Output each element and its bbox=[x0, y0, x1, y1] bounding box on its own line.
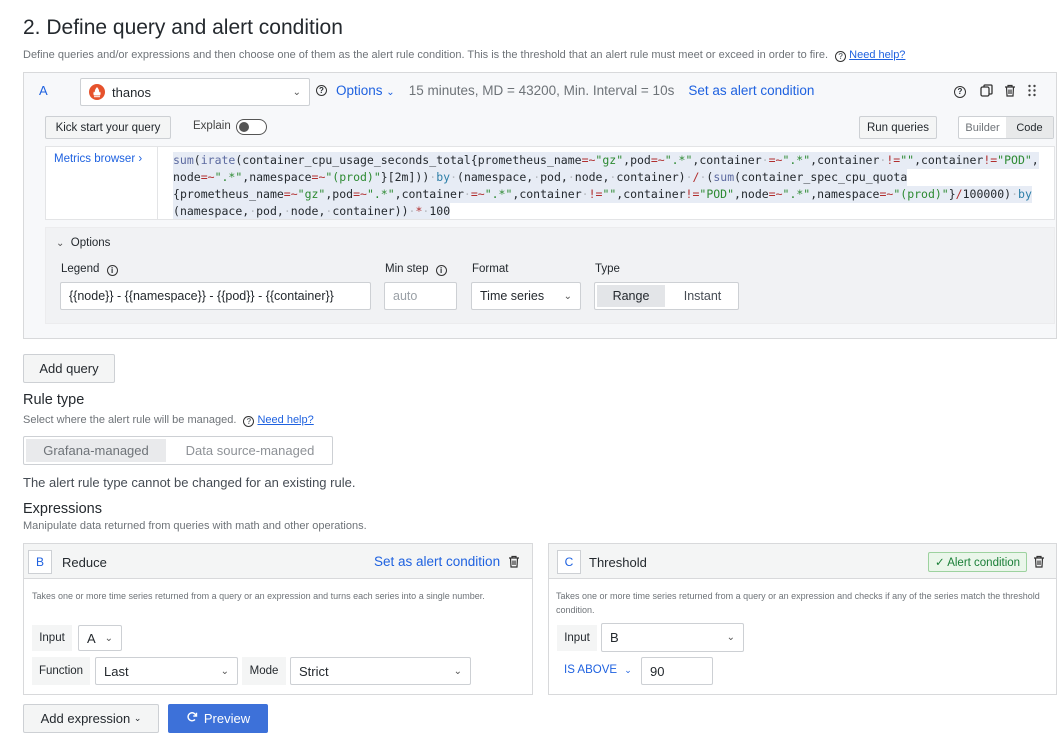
min-step-label: Min step i bbox=[385, 263, 450, 276]
reduce-mode-label: Mode bbox=[242, 657, 286, 685]
reduce-name: Reduce bbox=[62, 555, 107, 570]
legend-input[interactable]: {{node}} - {{namespace}} - {{pod}} - {{c… bbox=[60, 282, 371, 310]
metrics-browser-button[interactable]: Metrics browser › bbox=[54, 153, 157, 165]
query-expression-line-4: (namespace,·pod,·node,·container))·*·100 bbox=[173, 203, 451, 219]
options-summary: 15 minutes, MD = 43200, Min. Interval = … bbox=[408, 83, 675, 98]
reduce-set-alert-condition[interactable]: Set as alert condition bbox=[374, 554, 500, 569]
query-editor[interactable]: sum(irate(container_cpu_usage_seconds_to… bbox=[157, 146, 1055, 220]
help-icon: ? bbox=[835, 51, 847, 62]
format-label: Format bbox=[472, 263, 509, 275]
reduce-input-select[interactable]: A ⌄ bbox=[78, 625, 122, 651]
rule-type-description: Select where the alert rule will be mana… bbox=[23, 414, 314, 427]
threshold-input-label: Input bbox=[557, 625, 597, 651]
rule-type-help-link[interactable]: Need help? bbox=[257, 414, 313, 426]
reduce-ref-id[interactable]: B bbox=[28, 550, 52, 574]
metrics-browser-box: Metrics browser › bbox=[45, 146, 157, 220]
datasource-name: thanos bbox=[112, 84, 152, 100]
format-select[interactable]: Time series ⌄ bbox=[471, 282, 581, 310]
query-options-row: ? Options ⌄ 15 minutes, MD = 43200, Min.… bbox=[316, 83, 814, 98]
reduce-mode-value: Strict bbox=[299, 663, 329, 679]
reduce-function-select[interactable]: Last ⌄ bbox=[95, 657, 238, 685]
threshold-input-select[interactable]: B ⌄ bbox=[601, 623, 744, 652]
set-alert-condition-button[interactable]: Set as alert condition bbox=[688, 83, 814, 98]
explain-toggle[interactable] bbox=[236, 119, 267, 135]
query-expression-line-1: sum(irate(container_cpu_usage_seconds_to… bbox=[173, 152, 1039, 169]
chevron-down-icon: ⌄ bbox=[104, 632, 113, 644]
reduce-function-label: Function bbox=[32, 657, 90, 685]
help-icon: ? bbox=[316, 85, 327, 96]
query-options-panel: ⌄ Options Legend i {{node}} - {{namespac… bbox=[45, 227, 1055, 324]
expressions-title: Expressions bbox=[23, 501, 102, 517]
min-step-input[interactable]: auto bbox=[384, 282, 457, 310]
chevron-down-icon: ⌄ bbox=[133, 713, 142, 723]
expression-card-threshold: C Threshold ✓ Alert condition Takes one … bbox=[548, 543, 1057, 695]
editor-mode-toggle: Builder Code bbox=[958, 116, 1054, 139]
code-mode-button[interactable]: Code bbox=[1006, 117, 1053, 138]
options-header[interactable]: ⌄ Options bbox=[56, 237, 110, 249]
chevron-down-icon: ⌄ bbox=[624, 665, 632, 675]
reduce-input-label: Input bbox=[32, 625, 72, 651]
rule-type-title: Rule type bbox=[23, 392, 85, 408]
info-icon: i bbox=[106, 265, 118, 276]
kick-start-button[interactable]: Kick start your query bbox=[45, 116, 171, 139]
add-expression-button[interactable]: Add expression ⌄ bbox=[23, 704, 159, 733]
rule-type-note: The alert rule type cannot be changed fo… bbox=[23, 475, 356, 490]
trash-icon[interactable] bbox=[1004, 84, 1016, 100]
drag-handle-icon[interactable] bbox=[1027, 84, 1037, 100]
info-icon: i bbox=[435, 265, 447, 276]
type-label: Type bbox=[595, 263, 620, 275]
chevron-down-icon: ⌄ bbox=[220, 665, 229, 677]
trash-icon[interactable] bbox=[1033, 555, 1045, 571]
prometheus-logo-icon bbox=[89, 84, 105, 100]
preview-button[interactable]: Preview bbox=[168, 704, 268, 733]
type-instant-button[interactable]: Instant bbox=[667, 283, 738, 309]
reduce-mode-select[interactable]: Strict ⌄ bbox=[290, 657, 471, 685]
help-icon: ? bbox=[243, 416, 255, 427]
query-actions: ? bbox=[954, 84, 1037, 100]
duplicate-icon[interactable] bbox=[980, 84, 993, 100]
trash-icon[interactable] bbox=[508, 555, 520, 571]
alert-condition-badge: ✓ Alert condition bbox=[928, 552, 1028, 572]
expression-card-reduce: B Reduce Set as alert condition Takes on… bbox=[23, 543, 533, 695]
query-ref-id[interactable]: A bbox=[39, 83, 48, 98]
chevron-down-icon: ⌄ bbox=[726, 632, 735, 643]
legend-label: Legend i bbox=[61, 263, 121, 276]
run-queries-button[interactable]: Run queries bbox=[859, 116, 937, 139]
query-panel-a: A thanos ⌄ ? Options ⌄ 15 minutes, MD = … bbox=[23, 72, 1057, 339]
refresh-icon bbox=[186, 711, 198, 726]
format-value: Time series bbox=[480, 289, 545, 303]
help-icon[interactable]: ? bbox=[954, 86, 966, 98]
grafana-managed-option[interactable]: Grafana-managed bbox=[26, 439, 166, 462]
options-toggle[interactable]: Options ⌄ bbox=[336, 83, 395, 98]
section-description: Define queries and/or expressions and th… bbox=[23, 49, 905, 62]
section-title: 2. Define query and alert condition bbox=[23, 16, 343, 39]
query-expression-line-3: {prometheus_name=~"gz",pod=~".*",contain… bbox=[173, 186, 1032, 203]
type-range-button[interactable]: Range bbox=[597, 285, 665, 307]
threshold-name: Threshold bbox=[589, 555, 647, 570]
builder-mode-button[interactable]: Builder bbox=[959, 117, 1006, 138]
type-toggle: Range Instant bbox=[594, 282, 739, 310]
expressions-description: Manipulate data returned from queries wi… bbox=[23, 520, 367, 532]
reduce-description: Takes one or more time series returned f… bbox=[32, 591, 485, 601]
threshold-value-input[interactable]: 90 bbox=[641, 657, 713, 685]
chevron-down-icon: ⌄ bbox=[453, 665, 462, 677]
threshold-operator-select[interactable]: IS ABOVE ⌄ bbox=[564, 664, 632, 676]
add-query-button[interactable]: Add query bbox=[23, 354, 115, 383]
chevron-down-icon: ⌄ bbox=[563, 290, 572, 302]
reduce-input-value: A bbox=[87, 630, 96, 646]
query-expression-line-2: node=~".*",namespace=~"(prod)"}[2m]))·by… bbox=[173, 169, 908, 186]
reduce-function-value: Last bbox=[104, 663, 129, 679]
explain-label: Explain bbox=[193, 120, 231, 132]
rule-type-toggle: Grafana-managed Data source-managed bbox=[23, 436, 333, 465]
threshold-description: Takes one or more time series returned f… bbox=[556, 591, 1040, 615]
section-description-text: Define queries and/or expressions and th… bbox=[23, 49, 829, 61]
need-help-link[interactable]: Need help? bbox=[849, 49, 905, 61]
datasource-managed-option[interactable]: Data source-managed bbox=[168, 437, 332, 464]
chevron-down-icon: ⌄ bbox=[292, 86, 301, 98]
threshold-input-value: B bbox=[610, 630, 619, 645]
chevron-down-icon: ⌄ bbox=[56, 238, 65, 249]
threshold-ref-id[interactable]: C bbox=[557, 550, 581, 574]
datasource-picker[interactable]: thanos ⌄ bbox=[80, 78, 310, 106]
